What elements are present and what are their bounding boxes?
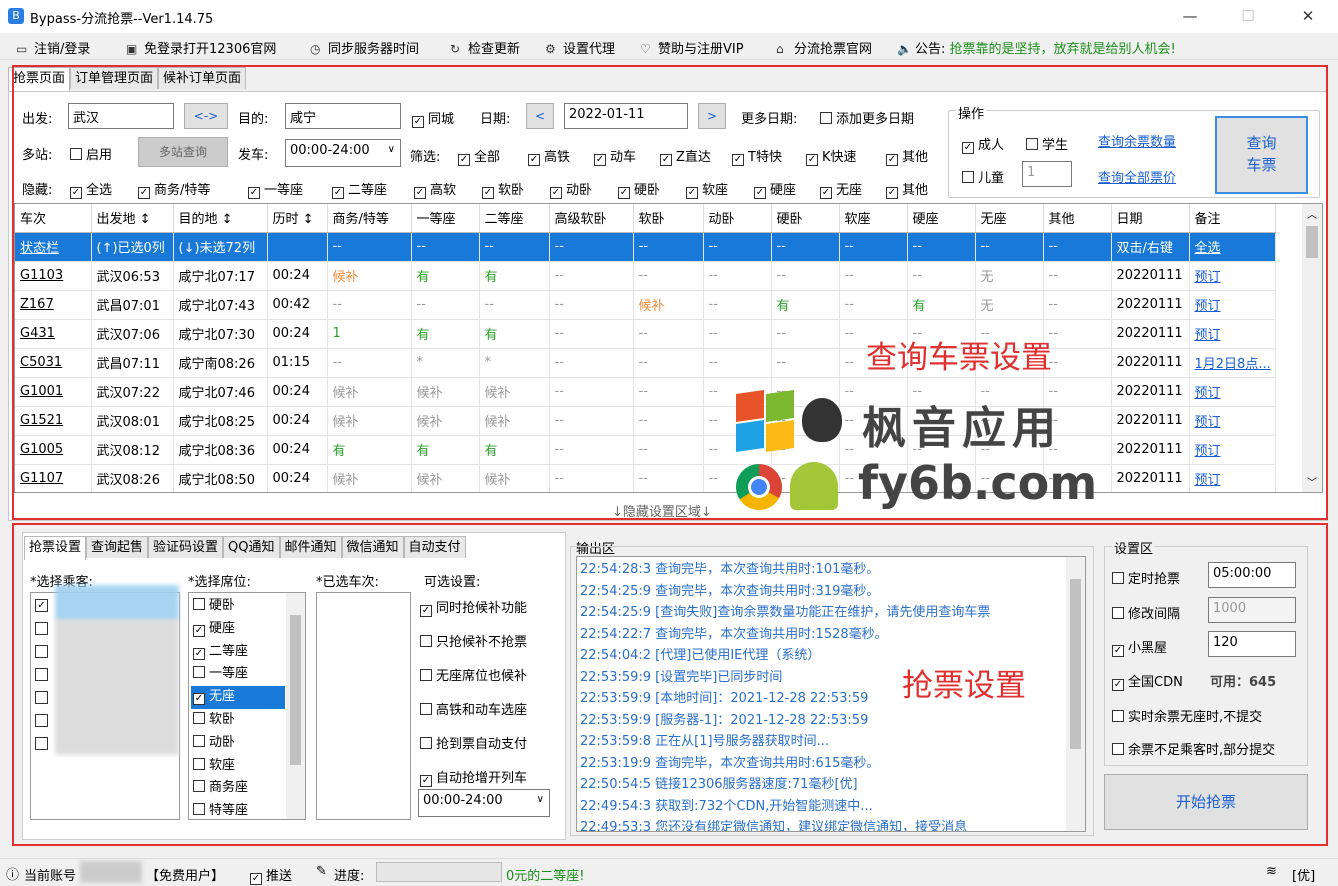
- menu-label: 设置代理: [563, 42, 616, 57]
- menu-label: 赞助与注册VIP: [658, 42, 744, 57]
- progress-label: 进度:: [334, 869, 365, 884]
- push-label: 推送: [266, 869, 293, 884]
- menu-label: 注销/登录: [34, 42, 91, 57]
- heart-icon: ♡: [640, 42, 651, 56]
- wifi-icon: ≋: [1266, 864, 1277, 879]
- info-icon: ⓘ: [6, 868, 20, 883]
- status-bar: ⓘ 当前账号 【免费用户】 ✓ 推送 ✎ 进度: 0元的二等座! ≋ [优]: [0, 858, 1338, 886]
- title-bar: B Bypass-分流抢票--Ver1.14.75 — ☐ ✕: [0, 0, 1338, 33]
- blurred-account: [80, 861, 142, 883]
- monitor-icon: ▭: [16, 42, 28, 56]
- sync-time-menu[interactable]: ◷ 同步服务器时间: [310, 38, 419, 57]
- push-checkbox[interactable]: ✓ 推送: [250, 865, 292, 885]
- close-button[interactable]: ✕: [1288, 4, 1328, 28]
- menu-label: 免登录打开12306官网: [144, 42, 277, 57]
- menu-label: 分流抢票官网: [794, 42, 873, 57]
- logout-login-menu[interactable]: ▭ 注销/登录: [16, 38, 90, 57]
- notice: 🔈 公告: 抢票靠的是坚持，放弃就是给别人机会!: [897, 38, 1176, 57]
- speaker-icon: 🔈: [897, 42, 912, 56]
- minimize-button[interactable]: —: [1170, 4, 1210, 28]
- refresh-icon: ↻: [450, 42, 461, 56]
- user-type: 【免费用户】: [146, 869, 225, 884]
- home-icon: ⌂: [776, 42, 784, 56]
- window-title: Bypass-分流抢票--Ver1.14.75: [30, 12, 214, 27]
- menu-label: 检查更新: [468, 42, 521, 57]
- app-logo-icon: B: [8, 8, 24, 24]
- connection-quality: [优]: [1292, 869, 1316, 884]
- proxy-menu[interactable]: ⚙ 设置代理: [545, 38, 615, 57]
- account-label: 当前账号: [24, 869, 77, 884]
- checkbox-box: ✓: [250, 873, 262, 885]
- notice-text: 抢票靠的是坚持，放弃就是给别人机会!: [949, 42, 1176, 57]
- notice-label: 公告:: [915, 42, 946, 57]
- maximize-button[interactable]: ☐: [1228, 4, 1268, 28]
- window-icon: ▣: [126, 42, 138, 56]
- seat-info: 0元的二等座!: [506, 869, 585, 884]
- query-area-highlight: [12, 65, 1328, 520]
- progress-bar: [376, 862, 502, 882]
- grab-area-highlight: [12, 523, 1328, 846]
- sponsor-menu[interactable]: ♡ 赞助与注册VIP: [640, 38, 744, 57]
- gear-icon: ⚙: [545, 42, 556, 56]
- menu-label: 同步服务器时间: [328, 42, 420, 57]
- clock-icon: ◷: [310, 42, 321, 56]
- menu-bar: ▭ 注销/登录 ▣ 免登录打开12306官网 ◷ 同步服务器时间 ↻ 检查更新 ⚙ 设置代…: [0, 33, 1338, 60]
- open-12306-menu[interactable]: ▣ 免登录打开12306官网: [126, 38, 276, 57]
- check-update-menu[interactable]: ↻ 检查更新: [450, 38, 520, 57]
- pencil-icon: ✎: [316, 864, 327, 879]
- official-site-menu[interactable]: ⌂ 分流抢票官网: [776, 38, 872, 57]
